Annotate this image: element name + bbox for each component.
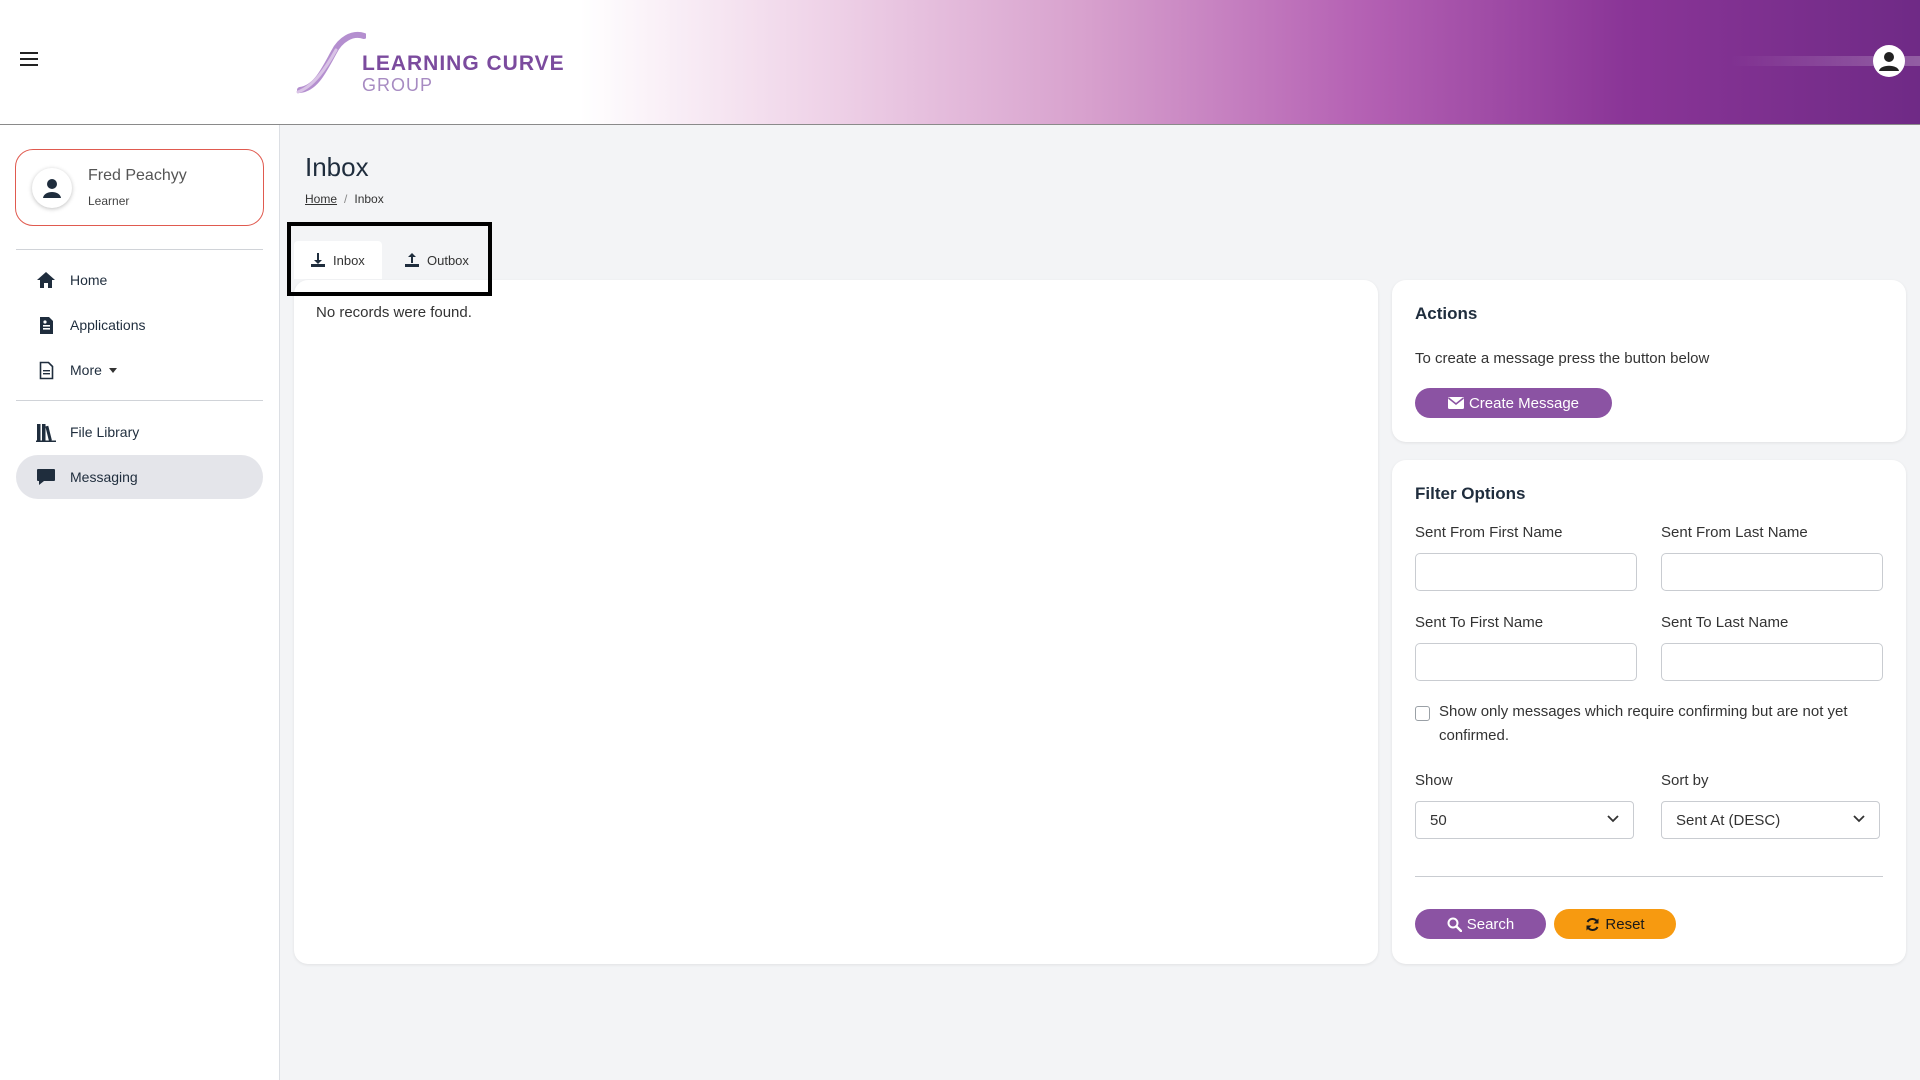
sidebar-item-applications[interactable]: Applications: [16, 303, 263, 347]
sort-by-value: Sent At (DESC): [1676, 811, 1781, 829]
sidebar-item-file-library[interactable]: File Library: [16, 410, 263, 454]
breadcrumb-separator: /: [344, 192, 348, 206]
user-circle-icon[interactable]: [1873, 45, 1905, 77]
show-count-value: 50: [1430, 811, 1447, 829]
reset-button[interactable]: Reset: [1554, 909, 1676, 939]
breadcrumb: Home / Inbox: [305, 192, 384, 206]
sidebar-divider: [16, 249, 263, 250]
logo-swoosh-icon: [296, 32, 366, 94]
upload-icon: [405, 253, 419, 267]
reset-button-label: Reset: [1605, 915, 1645, 933]
sent-from-first-name-input[interactable]: [1415, 553, 1637, 591]
sort-by-label: Sort by: [1661, 772, 1709, 789]
confirm-only-label-line1: Show only messages which require confirm…: [1439, 703, 1848, 720]
file-icon: [36, 360, 56, 380]
records-panel: No records were found.: [294, 280, 1378, 964]
actions-title: Actions: [1415, 304, 1478, 323]
sidebar-item-label: File Library: [70, 424, 140, 440]
brand-logo[interactable]: LEARNING CURVE GROUP: [296, 30, 564, 96]
avatar: [32, 168, 72, 208]
search-icon: [1447, 917, 1462, 932]
search-button[interactable]: Search: [1415, 909, 1546, 939]
actions-description: To create a message press the button bel…: [1415, 350, 1710, 367]
sent-from-first-label: Sent From First Name: [1415, 524, 1563, 541]
refresh-icon: [1586, 917, 1599, 931]
show-label: Show: [1415, 772, 1453, 789]
tab-inbox[interactable]: Inbox: [294, 241, 382, 279]
filter-title: Filter Options: [1415, 484, 1526, 503]
sent-to-first-label: Sent To First Name: [1415, 614, 1544, 631]
chevron-down-icon: [1853, 815, 1865, 823]
tab-label: Outbox: [427, 252, 469, 268]
user-icon: [43, 179, 61, 198]
sent-to-last-label: Sent To Last Name: [1661, 614, 1789, 631]
sidebar-item-label: Home: [70, 272, 108, 288]
sidebar-divider: [16, 400, 263, 401]
message-icon: [36, 467, 56, 487]
sent-from-last-name-input[interactable]: [1661, 553, 1883, 591]
sidebar: Fred Peachyy Learner Home Applications M…: [0, 125, 280, 1080]
download-icon: [311, 253, 325, 267]
logo-text-learning-curve: LEARNING CURVE: [362, 52, 565, 75]
hamburger-icon[interactable]: [20, 52, 38, 70]
create-message-button[interactable]: Create Message: [1415, 388, 1612, 418]
sidebar-item-more[interactable]: More: [16, 348, 263, 392]
header-banner: [580, 0, 1920, 124]
user-profile-card[interactable]: Fred Peachyy Learner: [15, 149, 264, 226]
top-header: LEARNING CURVE GROUP: [0, 0, 1920, 125]
logo-text-group: GROUP: [362, 75, 434, 95]
user-role: Learner: [88, 194, 130, 208]
breadcrumb-current: Inbox: [354, 192, 384, 206]
sidebar-item-label: More: [70, 362, 102, 378]
sent-from-last-label: Sent From Last Name: [1661, 524, 1808, 541]
sidebar-item-label: Messaging: [70, 469, 138, 485]
library-icon: [36, 422, 56, 442]
sent-to-first-name-input[interactable]: [1415, 643, 1637, 681]
sidebar-item-messaging[interactable]: Messaging: [16, 455, 263, 499]
caret-down-icon: [108, 367, 117, 373]
empty-state-text: No records were found.: [316, 304, 472, 321]
search-button-label: Search: [1466, 915, 1515, 933]
mailbox-tabs: Inbox Outbox: [287, 222, 492, 296]
breadcrumb-home-link[interactable]: Home: [305, 192, 337, 206]
sort-by-select[interactable]: Sent At (DESC): [1661, 801, 1880, 839]
envelope-icon: [1447, 397, 1464, 409]
sent-to-last-name-input[interactable]: [1661, 643, 1883, 681]
create-message-label: Create Message: [1468, 394, 1580, 412]
sidebar-item-label: Applications: [70, 317, 146, 333]
home-icon: [36, 270, 56, 290]
tab-label: Inbox: [333, 252, 365, 268]
chevron-down-icon: [1607, 815, 1619, 823]
filter-options-card: Filter Options Sent From First Name Sent…: [1392, 460, 1906, 964]
actions-card: Actions To create a message press the bu…: [1392, 280, 1906, 442]
sidebar-item-home[interactable]: Home: [16, 258, 263, 302]
document-icon: [36, 315, 56, 335]
confirm-only-checkbox[interactable]: [1415, 706, 1430, 721]
page-title: Inbox: [305, 152, 369, 182]
confirm-only-label-line2: confirmed.: [1439, 727, 1510, 744]
filter-divider: [1415, 876, 1883, 877]
show-count-select[interactable]: 50: [1415, 801, 1634, 839]
tab-outbox[interactable]: Outbox: [392, 241, 482, 279]
user-name: Fred Peachyy: [88, 167, 187, 184]
